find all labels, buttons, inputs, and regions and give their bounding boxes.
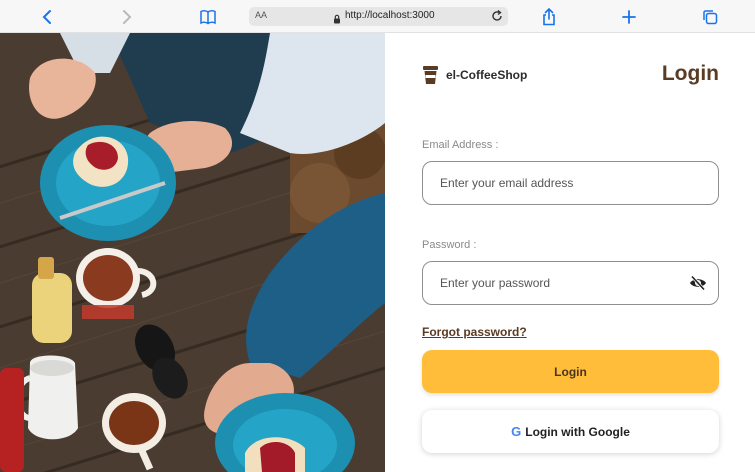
forward-icon[interactable] [116,6,138,28]
google-icon: G [511,424,522,439]
address-bar[interactable]: AA http://localhost:3000 [249,7,508,26]
login-panel: el-CoffeeShop Login Email Address : Pass… [385,33,755,472]
eye-slash-icon[interactable] [689,275,707,291]
share-icon[interactable] [538,6,560,28]
hero-photo [0,33,385,472]
password-label: Password : [422,239,477,251]
new-tab-icon[interactable] [618,6,640,28]
url-text: http://localhost:3000 [345,10,435,21]
coffee-cup-icon [423,66,438,84]
email-label: Email Address : [422,139,499,151]
text-size-button[interactable]: AA [255,10,267,20]
back-icon[interactable] [36,6,58,28]
forgot-password-link[interactable]: Forgot password? [422,325,527,339]
login-button[interactable]: Login [422,350,719,393]
page-title: Login [661,62,719,85]
email-field[interactable] [422,161,719,205]
google-login-button[interactable]: G Login with Google [422,410,719,453]
browser-toolbar: AA http://localhost:3000 [0,0,755,33]
brand-name: el-CoffeeShop [446,68,528,82]
password-field[interactable] [422,261,719,305]
lock-icon [333,11,341,29]
reload-icon[interactable] [490,9,504,28]
brand[interactable]: el-CoffeeShop [422,65,527,85]
bookmarks-icon[interactable] [197,6,219,28]
email-input[interactable] [440,162,680,204]
tabs-icon[interactable] [699,6,721,28]
google-login-label: Login with Google [525,424,630,439]
password-input[interactable] [440,262,680,304]
coffee-table-illustration [0,33,385,472]
